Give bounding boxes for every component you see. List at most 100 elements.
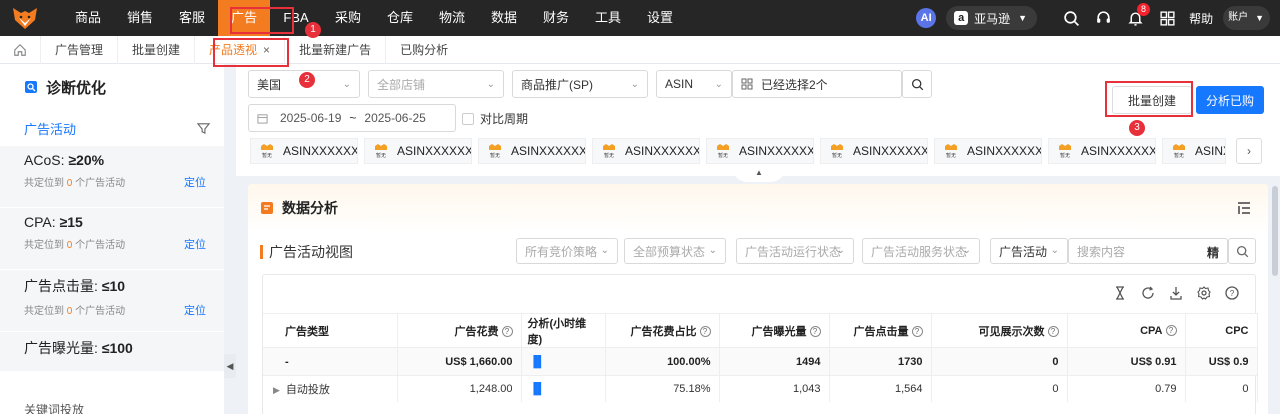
ai-assistant-button[interactable]: AI (916, 8, 937, 28)
scrollbar-thumb[interactable] (1272, 186, 1278, 276)
compare-label: 对比周期 (480, 112, 529, 126)
help-icon[interactable]: ? (501, 326, 513, 338)
col-clicks[interactable]: 广告点击量? (829, 313, 932, 348)
table-toolbar: ? (263, 275, 1255, 313)
collapse-sidebar-icon[interactable]: ◀ (224, 354, 236, 378)
asin-chip[interactable]: 暂无 ASINXXXXXX (364, 138, 472, 164)
cell: 1,043 (719, 375, 830, 402)
help-icon[interactable]: ? (1047, 326, 1059, 338)
col-label: 广告花费占比 (630, 325, 697, 338)
help-icon[interactable]: ? (809, 326, 821, 338)
campaign-service-status-select[interactable]: 广告活动服务状态 ⌄ (862, 238, 980, 264)
nav-item-finance[interactable]: 财务 (530, 0, 582, 36)
nav-item-settings[interactable]: 设置 (634, 0, 686, 36)
asin-chip[interactable]: 暂无 ASINXXXXXX (250, 138, 358, 164)
hourglass-icon[interactable] (1113, 286, 1129, 302)
headset-icon[interactable] (1087, 0, 1119, 36)
help-link[interactable]: 帮助 (1189, 10, 1213, 27)
nav-item-tools[interactable]: 工具 (582, 0, 634, 36)
sidebar-section-campaigns[interactable]: 广告活动 (0, 110, 224, 146)
nav-item-logistics[interactable]: 物流 (426, 0, 478, 36)
settings-icon[interactable] (1197, 286, 1213, 302)
refresh-icon[interactable] (1141, 286, 1157, 302)
asin-chip[interactable]: 暂无 ASINXXXXXX (706, 138, 814, 164)
col-cpa[interactable]: CPA? (1067, 313, 1186, 348)
tab-ad-management[interactable]: 广告管理 (40, 35, 117, 64)
compare-period-checkbox[interactable]: 对比周期 (462, 110, 528, 127)
tab-batch-new-ads[interactable]: 批量新建广告 (284, 35, 385, 64)
date-range-picker[interactable]: 2025-06-19 ~ 2025-06-25 (248, 104, 456, 132)
search-input[interactable]: 搜索内容 精 (1068, 238, 1228, 264)
asin-picker[interactable]: 已经选择2个 (732, 70, 902, 98)
campaign-run-status-select[interactable]: 广告活动运行状态 ⌄ (736, 238, 854, 264)
tab-batch-create[interactable]: 批量创建 (117, 35, 194, 64)
nav-item-purchase[interactable]: 采购 (322, 0, 374, 36)
asin-chip[interactable]: 暂无 ASINXXXXXX (820, 138, 928, 164)
exact-match-toggle[interactable]: 精 (1207, 244, 1219, 261)
bar-chart-icon[interactable]: ▐▌ (521, 375, 606, 402)
store-select[interactable]: 全部店铺 ⌄ (368, 70, 504, 98)
filter-settings-icon[interactable] (197, 122, 210, 135)
thumb-label: 暂无 (262, 152, 272, 159)
panel-header: 数据分析 (248, 184, 1268, 232)
batch-create-button[interactable]: 批量创建 (1112, 86, 1192, 114)
search-button[interactable] (1228, 238, 1256, 264)
help-icon[interactable]: ? (911, 326, 923, 338)
tab-product-insight[interactable]: 产品透视 × (194, 35, 284, 64)
bar-chart-icon[interactable]: ▐▌ (521, 347, 606, 376)
search-button[interactable] (902, 70, 932, 98)
col-hourly-analysis[interactable]: 分析(小时维度) (521, 313, 606, 348)
ad-type-select[interactable]: 商品推广(SP) ⌄ (512, 70, 648, 98)
asin-chip[interactable]: 暂无 ASINXXXXXX (478, 138, 586, 164)
sidebar-section-keywords[interactable]: 关键词投放 (24, 401, 84, 414)
asin-chip[interactable]: 暂无 ASINXXXXXX (1048, 138, 1156, 164)
product-placeholder-icon: 暂无 (717, 144, 729, 159)
asin-chip[interactable]: 暂无 ASINXXXXXX (1162, 138, 1226, 164)
collapse-filters-icon[interactable]: ▲ (733, 168, 785, 182)
page-scrollbar[interactable] (1270, 184, 1280, 414)
analyze-purchased-button[interactable]: 分析已购 (1196, 86, 1264, 114)
table-row[interactable]: ▶ 自动投放 1,248.00 ▐▌ 75.18% 1,043 1,564 0 0… (263, 375, 1258, 402)
fox-logo-icon[interactable] (10, 3, 40, 33)
search-icon[interactable] (1055, 0, 1087, 36)
country-value: 美国 (257, 77, 282, 92)
locate-link[interactable]: 定位 (184, 236, 206, 252)
col-spend-share[interactable]: 广告花费占比? (605, 313, 720, 348)
help-icon[interactable]: ? (1165, 325, 1177, 337)
budget-status-select[interactable]: 全部预算状态 ⌄ (624, 238, 726, 264)
nav-item-sales[interactable]: 销售 (114, 0, 166, 36)
nav-item-data[interactable]: 数据 (478, 0, 530, 36)
account-menu[interactable]: 账户 ▼ (1223, 6, 1270, 30)
col-impressions[interactable]: 广告曝光量? (719, 313, 830, 348)
download-icon[interactable] (1169, 286, 1185, 302)
bell-icon[interactable]: 8 (1119, 0, 1151, 36)
tab-purchased-analysis[interactable]: 已购分析 (385, 35, 462, 64)
col-label: 广告点击量 (853, 325, 909, 338)
nav-item-warehouse[interactable]: 仓库 (374, 0, 426, 36)
close-icon[interactable]: × (263, 43, 270, 57)
help-icon[interactable]: ? (699, 326, 711, 338)
asin-text: ASINXXXXXX (967, 144, 1042, 158)
search-scope-select[interactable]: 广告活动 ⌄ (990, 238, 1068, 264)
col-cpc[interactable]: CPC (1185, 313, 1258, 348)
chevron-down-icon: ⌄ (708, 245, 717, 256)
expand-arrow-icon[interactable]: ▶ (273, 385, 280, 395)
nav-item-ads[interactable]: 广告 (218, 0, 270, 36)
col-ad-type[interactable]: 广告类型 (263, 313, 398, 348)
column-settings-icon[interactable] (1236, 200, 1252, 216)
nav-item-service[interactable]: 客服 (166, 0, 218, 36)
locate-link[interactable]: 定位 (184, 174, 206, 190)
site-selector[interactable]: a 亚马逊 ▼ (946, 6, 1038, 30)
col-viewable-impressions[interactable]: 可见展示次数? (931, 313, 1068, 348)
chevron-right-icon[interactable]: › (1236, 138, 1262, 164)
asin-chip[interactable]: 暂无 ASINXXXXXX (592, 138, 700, 164)
col-ad-spend[interactable]: 广告花费? (397, 313, 522, 348)
nav-item-products[interactable]: 商品 (62, 0, 114, 36)
home-icon[interactable] (0, 43, 40, 57)
asin-chip[interactable]: 暂无 ASINXXXXXX (934, 138, 1042, 164)
help-icon[interactable]: ? (1225, 286, 1241, 302)
locate-link[interactable]: 定位 (184, 302, 206, 318)
id-type-select[interactable]: ASIN ⌄ (656, 70, 732, 98)
bid-strategy-select[interactable]: 所有竞价策略 ⌄ (516, 238, 618, 264)
apps-grid-icon[interactable] (1151, 0, 1183, 36)
